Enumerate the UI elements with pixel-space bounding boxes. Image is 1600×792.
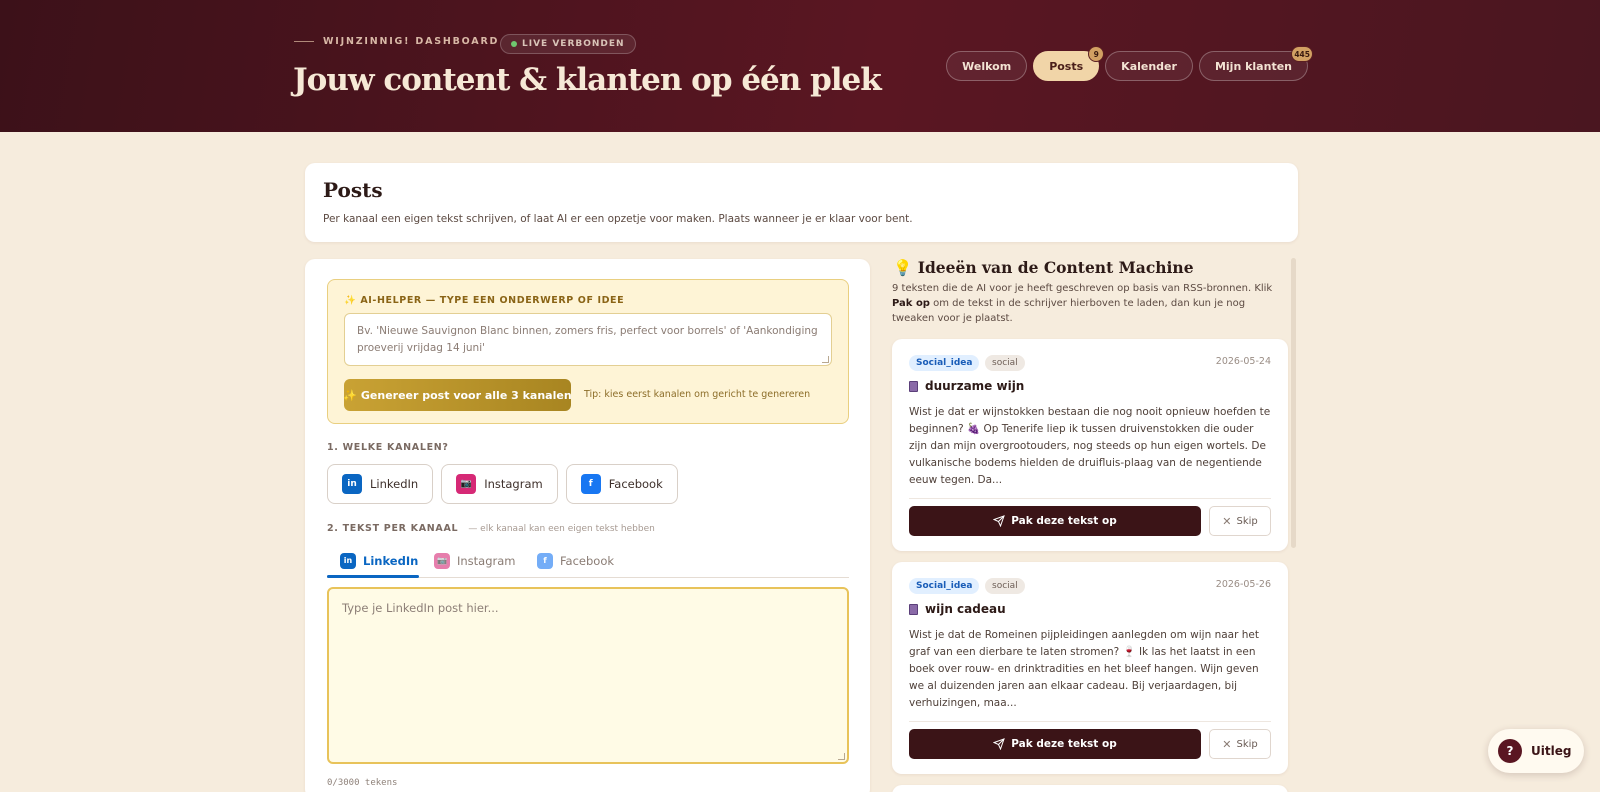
live-status-badge: LIVE VERBONDEN bbox=[500, 34, 636, 54]
book-icon bbox=[909, 380, 918, 392]
resize-grip-icon[interactable] bbox=[838, 753, 845, 760]
active-tab-underline bbox=[327, 575, 419, 578]
idea-divider bbox=[909, 498, 1271, 499]
pick-text-label: Pak deze tekst op bbox=[1011, 515, 1117, 527]
main-nav: Welkom Posts 9 Kalender Mijn klanten 445 bbox=[946, 46, 1313, 81]
ideas-title: 💡 Ideeën van de Content Machine bbox=[893, 258, 1194, 277]
text-per-channel-label: 2. TEKST PER KANAAL — elk kanaal kan een… bbox=[327, 523, 655, 534]
posts-intro-card: Posts Per kanaal een eigen tekst schrijv… bbox=[305, 163, 1298, 242]
facebook-icon: f bbox=[580, 474, 601, 494]
tab-instagram-label: Instagram bbox=[457, 553, 516, 568]
text-per-channel-title: 2. TEKST PER KANAAL bbox=[327, 523, 459, 534]
idea-divider bbox=[909, 721, 1271, 722]
idea-body: Wist je dat er wijnstokken bestaan die n… bbox=[909, 406, 1271, 486]
idea-body: Wist je dat de Romeinen pijpleidingen aa… bbox=[909, 629, 1259, 709]
eyebrow-line bbox=[294, 41, 314, 42]
tab-facebook[interactable]: f Facebook bbox=[537, 544, 614, 577]
idea-title: wijn cadeau bbox=[909, 602, 1006, 616]
tab-linkedin[interactable]: in LinkedIn bbox=[340, 544, 418, 577]
channel-instagram-label: Instagram bbox=[484, 477, 543, 491]
idea-type-badge: Social_idea bbox=[909, 355, 980, 371]
post-input-placeholder: Type je LinkedIn post hier... bbox=[342, 601, 499, 615]
close-icon: ✕ bbox=[1222, 737, 1232, 751]
idea-title-text: wijn cadeau bbox=[925, 602, 1006, 616]
linkedin-icon: in bbox=[340, 552, 356, 569]
ai-topic-placeholder: Bv. 'Nieuwe Sauvignon Blanc binnen, zome… bbox=[357, 325, 818, 354]
ideas-subtitle-start: 9 teksten die de AI voor je heeft geschr… bbox=[892, 283, 1273, 294]
skip-button[interactable]: ✕ Skip bbox=[1209, 729, 1271, 759]
channel-linkedin-button[interactable]: in LinkedIn bbox=[327, 464, 434, 504]
page-title: Jouw content & klanten op één plek bbox=[293, 62, 882, 98]
nav-posts-label: Posts bbox=[1049, 59, 1084, 73]
channels-section-label: 1. WELKE KANALEN? bbox=[327, 442, 449, 453]
nav-welkom-label: Welkom bbox=[962, 59, 1012, 73]
idea-title-text: duurzame wijn bbox=[925, 379, 1025, 393]
ideas-subtitle-bold: Pak op bbox=[892, 298, 930, 309]
help-button[interactable]: ? Uitleg bbox=[1488, 729, 1584, 773]
resize-grip-icon[interactable] bbox=[822, 356, 829, 363]
tab-linkedin-label: LinkedIn bbox=[363, 553, 419, 568]
posts-title: Posts bbox=[323, 178, 383, 202]
send-icon bbox=[993, 515, 1006, 527]
ai-helper-label: ✨ AI-HELPER — TYPE EEN ONDERWERP OF IDEE bbox=[344, 295, 625, 306]
book-icon bbox=[909, 603, 918, 615]
idea-date: 2026-05-24 bbox=[1215, 356, 1271, 367]
idea-type-badge: Social_idea bbox=[909, 578, 980, 594]
help-icon: ? bbox=[1498, 739, 1522, 763]
dashboard-eyebrow: WIJNZINNIG! DASHBOARD bbox=[294, 36, 499, 47]
text-per-channel-hint: — elk kanaal kan een eigen tekst hebben bbox=[468, 524, 655, 534]
ideas-scrollbar[interactable] bbox=[1291, 258, 1296, 548]
live-dot-icon bbox=[511, 41, 517, 47]
nav-mijn-klanten[interactable]: Mijn klanten 445 bbox=[1198, 46, 1313, 81]
idea-date: 2026-05-26 bbox=[1215, 579, 1271, 590]
tab-instagram[interactable]: 📷 Instagram bbox=[434, 544, 516, 577]
posts-subtitle: Per kanaal een eigen tekst schrijven, of… bbox=[323, 213, 913, 225]
send-icon bbox=[993, 738, 1006, 750]
post-composer: ✨ AI-HELPER — TYPE EEN ONDERWERP OF IDEE… bbox=[305, 259, 870, 792]
header: WIJNZINNIG! DASHBOARD LIVE VERBONDEN Jou… bbox=[0, 0, 1600, 132]
eyebrow-text: WIJNZINNIG! DASHBOARD bbox=[323, 36, 500, 47]
idea-title: duurzame wijn bbox=[909, 379, 1024, 393]
tab-facebook-label: Facebook bbox=[560, 553, 615, 568]
ai-topic-input[interactable]: Bv. 'Nieuwe Sauvignon Blanc binnen, zome… bbox=[344, 313, 832, 366]
nav-welkom[interactable]: Welkom bbox=[946, 51, 1028, 81]
nav-kalender[interactable]: Kalender bbox=[1105, 51, 1193, 81]
ai-tip: Tip: kies eerst kanalen om gericht te ge… bbox=[584, 389, 811, 400]
linkedin-icon: in bbox=[342, 474, 362, 494]
channel-facebook-button[interactable]: f Facebook bbox=[565, 464, 678, 504]
idea-kind-badge: social bbox=[985, 355, 1025, 371]
channel-linkedin-label: LinkedIn bbox=[370, 477, 419, 491]
help-label: Uitleg bbox=[1531, 744, 1572, 758]
idea-card: Social_idea social 2026-05-24 duurzame w… bbox=[892, 339, 1288, 551]
close-icon: ✕ bbox=[1222, 514, 1232, 528]
channel-instagram-button[interactable]: 📷 Instagram bbox=[441, 464, 558, 504]
nav-klanten-count: 445 bbox=[1291, 46, 1313, 62]
live-status-text: LIVE VERBONDEN bbox=[522, 39, 625, 49]
ideas-subtitle: 9 teksten die de AI voor je heeft geschr… bbox=[892, 281, 1282, 326]
pick-text-label: Pak deze tekst op bbox=[1011, 738, 1117, 750]
channel-tabs: in LinkedIn 📷 Instagram f Facebook bbox=[327, 544, 849, 578]
facebook-icon: f bbox=[537, 552, 553, 569]
idea-card: Social_idea social 2026-05-26 wijn cadea… bbox=[892, 562, 1288, 774]
ideas-subtitle-end: om de tekst in de schrijver hierboven te… bbox=[892, 298, 1246, 324]
char-counter: 0/3000 tekens bbox=[327, 778, 398, 788]
ai-helper-box: ✨ AI-HELPER — TYPE EEN ONDERWERP OF IDEE… bbox=[327, 279, 849, 424]
idea-card-partial bbox=[892, 785, 1288, 792]
idea-kind-badge: social bbox=[985, 578, 1025, 594]
channel-selector: in LinkedIn 📷 Instagram f Facebook bbox=[327, 464, 678, 504]
generate-post-button[interactable]: ✨ Genereer post voor alle 3 kanalen bbox=[343, 379, 572, 411]
instagram-icon: 📷 bbox=[456, 474, 477, 494]
nav-kalender-label: Kalender bbox=[1121, 59, 1177, 73]
nav-posts-count: 9 bbox=[1088, 46, 1105, 62]
linkedin-post-input[interactable]: Type je LinkedIn post hier... bbox=[327, 587, 849, 764]
nav-posts[interactable]: Posts 9 bbox=[1033, 46, 1105, 81]
skip-label: Skip bbox=[1236, 738, 1258, 750]
pick-text-button[interactable]: Pak deze tekst op bbox=[909, 729, 1201, 759]
pick-text-button[interactable]: Pak deze tekst op bbox=[909, 506, 1201, 536]
nav-klanten-label: Mijn klanten bbox=[1214, 59, 1292, 73]
channel-facebook-label: Facebook bbox=[608, 477, 663, 491]
skip-button[interactable]: ✕ Skip bbox=[1209, 506, 1271, 536]
skip-label: Skip bbox=[1236, 515, 1258, 527]
instagram-icon: 📷 bbox=[434, 552, 450, 569]
